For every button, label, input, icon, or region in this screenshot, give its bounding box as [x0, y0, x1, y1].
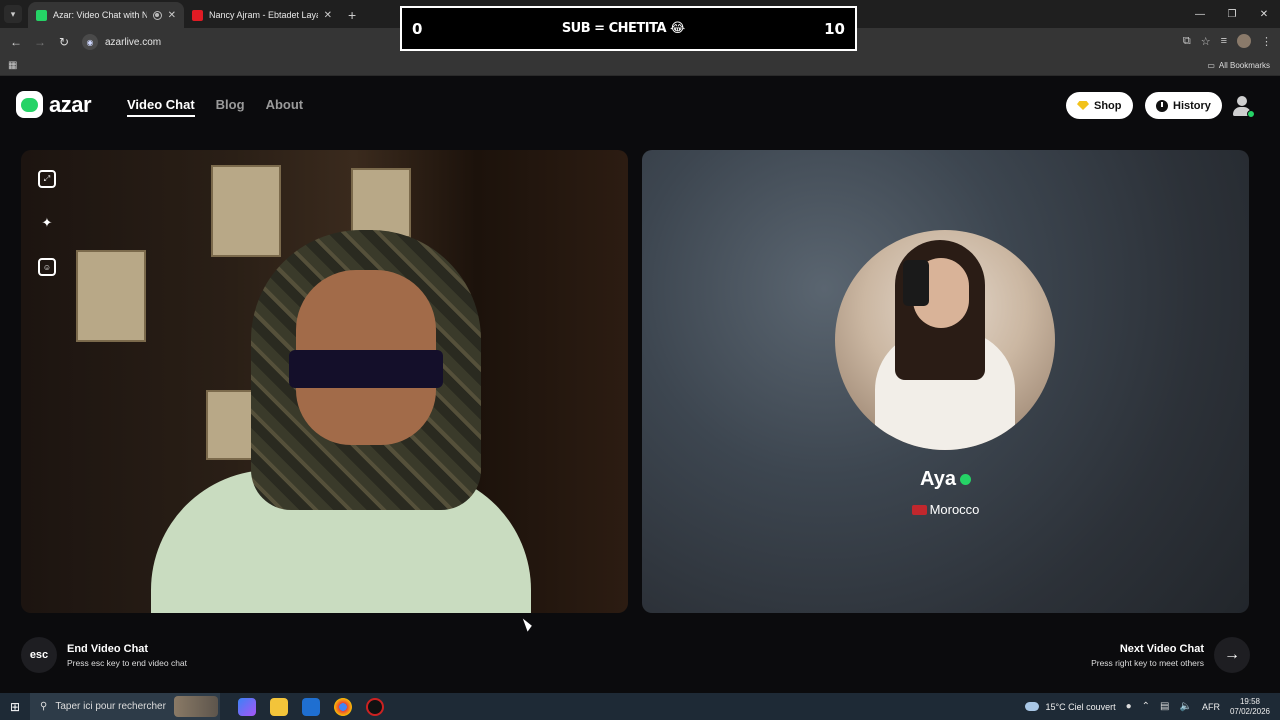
next-chat-title: Next Video Chat — [1119, 642, 1204, 655]
peer-avatar — [835, 230, 1055, 450]
minimize-icon[interactable]: — — [1184, 0, 1216, 28]
obs-icon[interactable] — [366, 697, 384, 716]
score-overlay: 0 SUB = CHETITA 😂 10 — [400, 6, 857, 51]
volume-icon[interactable]: 🔈 — [1180, 701, 1192, 712]
install-app-icon[interactable]: ⧉ — [1183, 35, 1191, 48]
peer-name-text: Aya — [920, 468, 956, 490]
overlay-message: SUB = CHETITA 😂 — [561, 21, 685, 36]
next-chat-hint: Press right key to meet others — [1091, 657, 1204, 668]
media-control-icon[interactable]: ≡ — [1221, 35, 1227, 47]
morocco-flag-icon — [911, 505, 927, 515]
url-field[interactable]: ◉ azarlive.com — [82, 34, 161, 50]
tab-title: Nancy Ajram - Ebtadet Layalina — [209, 10, 318, 20]
system-tray: 15°C Ciel couvert ● ⌃ ▤ 🔈 AFR 19:58 07/0… — [1025, 693, 1270, 720]
language-indicator[interactable]: AFR — [1202, 702, 1220, 712]
tab-azar[interactable]: Azar: Video Chat with New ✕ — [28, 2, 184, 28]
chevron-up-icon[interactable]: ⌃ — [1142, 701, 1150, 712]
tab-title: Azar: Video Chat with New — [53, 10, 147, 20]
taskbar-apps — [238, 697, 384, 716]
youtube-favicon-icon — [192, 9, 203, 21]
history-label: History — [1173, 99, 1211, 112]
close-tab-icon[interactable]: ✕ — [168, 10, 176, 21]
logo-text: azar — [49, 91, 92, 117]
window-controls: — ❐ ✕ — [1184, 0, 1280, 28]
peer-country-text: Morocco — [929, 502, 980, 517]
search-icon: ⚲ — [40, 701, 48, 712]
arrow-right-icon[interactable]: → — [1214, 637, 1250, 673]
taskbar-search[interactable]: ⚲ Taper ici pour rechercher — [30, 693, 220, 720]
bookmark-star-icon[interactable]: ☆ — [1201, 35, 1211, 48]
nav-video-chat[interactable]: Video Chat — [127, 97, 195, 117]
tray-app-icon[interactable]: ● — [1126, 701, 1132, 712]
reload-icon[interactable]: ↻ — [52, 35, 76, 49]
back-icon[interactable]: ← — [4, 35, 28, 49]
right-score: 10 — [824, 19, 845, 38]
user-profile-icon[interactable] — [1230, 94, 1255, 118]
expand-icon[interactable]: ⤢ — [38, 170, 56, 188]
network-icon[interactable]: ▤ — [1160, 701, 1169, 712]
store-icon[interactable] — [302, 697, 320, 716]
verified-icon — [959, 474, 971, 486]
tab-youtube[interactable]: Nancy Ajram - Ebtadet Layalina ✕ — [184, 2, 340, 28]
left-score: 0 — [412, 19, 423, 38]
next-video-chat-control: Next Video Chat Press right key to meet … — [1091, 637, 1250, 673]
esc-button[interactable]: esc — [21, 637, 57, 673]
azar-logo[interactable]: azar — [16, 91, 92, 118]
sticker-icon[interactable]: ☺ — [38, 258, 56, 276]
restore-icon[interactable]: ❐ — [1216, 0, 1248, 28]
mouse-cursor-icon — [522, 616, 534, 632]
nav-about[interactable]: About — [266, 97, 304, 117]
site-info-icon[interactable]: ◉ — [82, 34, 98, 50]
end-chat-hint: Press esc key to end video chat — [67, 657, 188, 668]
search-highlight-image — [174, 696, 218, 717]
apps-grid-icon[interactable]: ▦ — [8, 60, 17, 71]
windows-taskbar: ⊞ ⚲ Taper ici pour rechercher 15°C Ciel … — [0, 693, 1280, 720]
folder-icon: ▭ — [1207, 61, 1215, 70]
menu-kebab-icon[interactable]: ⋮ — [1261, 35, 1272, 48]
azar-logo-icon — [16, 91, 43, 118]
peer-name: Aya — [642, 468, 1249, 491]
peer-video: Aya Morocco — [642, 150, 1249, 613]
azar-site: azar Video Chat Blog About Shop History … — [0, 77, 1280, 693]
chrome-icon[interactable] — [334, 697, 352, 716]
all-bookmarks-label: All Bookmarks — [1218, 61, 1270, 70]
shop-button[interactable]: Shop — [1066, 92, 1133, 119]
tab-search-icon[interactable]: ▾ — [4, 5, 22, 23]
weather-widget[interactable]: 15°C Ciel couvert — [1025, 701, 1116, 712]
end-video-chat-control: esc End Video Chat Press esc key to end … — [21, 637, 187, 673]
main-nav: Video Chat Blog About — [127, 97, 303, 117]
streamer-camera-feed — [131, 190, 551, 613]
history-button[interactable]: History — [1145, 92, 1222, 119]
end-chat-title: End Video Chat — [67, 642, 149, 655]
file-explorer-icon[interactable] — [270, 697, 288, 716]
cloud-icon — [1025, 702, 1040, 711]
toolbar-actions: ⧉ ☆ ≡ ⋮ — [1183, 34, 1272, 48]
search-placeholder: Taper ici pour rechercher — [55, 701, 166, 712]
magic-wand-icon[interactable]: ✦ — [38, 214, 56, 232]
close-tab-icon[interactable]: ✕ — [324, 10, 332, 21]
weather-text: 15°C Ciel couvert — [1045, 701, 1116, 712]
recording-icon — [152, 10, 162, 20]
camera-tools: ⤢ ✦ ☺ — [38, 170, 56, 276]
all-bookmarks-button[interactable]: ▭ All Bookmarks — [1207, 61, 1270, 70]
clock-time: 19:58 — [1239, 696, 1260, 706]
plus-icon[interactable]: + — [348, 7, 356, 23]
forward-icon[interactable]: → — [28, 35, 52, 49]
nav-blog[interactable]: Blog — [216, 97, 245, 117]
clock[interactable]: 19:58 07/02/2026 — [1230, 697, 1270, 717]
close-window-icon[interactable]: ✕ — [1248, 0, 1280, 28]
bookmarks-bar: ▦ ▭ All Bookmarks — [0, 56, 1280, 76]
clock-icon — [1156, 99, 1168, 112]
profile-avatar[interactable] — [1237, 34, 1251, 48]
copilot-icon[interactable] — [238, 697, 256, 716]
clock-date: 07/02/2026 — [1229, 706, 1270, 716]
windows-start-icon[interactable]: ⊞ — [0, 700, 30, 714]
peer-country: Morocco — [642, 502, 1249, 517]
shop-label: Shop — [1094, 99, 1122, 112]
gem-icon — [1077, 101, 1089, 110]
azar-favicon-icon — [36, 9, 47, 21]
self-video: ⤢ ✦ ☺ — [21, 150, 628, 613]
url-text: azarlive.com — [105, 36, 162, 48]
